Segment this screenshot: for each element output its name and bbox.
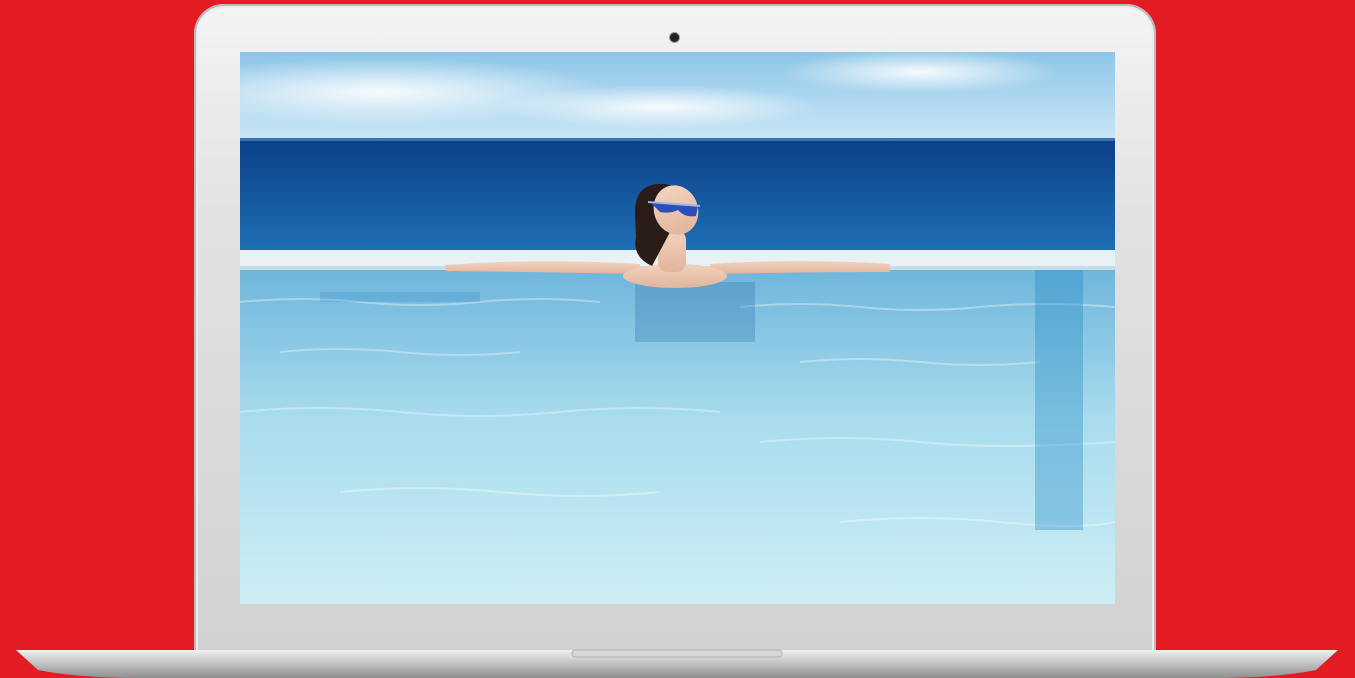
horizon-line: [240, 138, 1115, 141]
webcam-icon: [670, 33, 679, 42]
cloud: [500, 85, 820, 129]
laptop-base: [16, 649, 1338, 678]
cloud: [780, 52, 1060, 94]
pool-photo: [240, 52, 1115, 604]
laptop-notch: [571, 649, 783, 658]
pool-wall-reflection: [1035, 270, 1083, 530]
laptop: [0, 0, 1355, 678]
laptop-screen: [240, 52, 1115, 604]
